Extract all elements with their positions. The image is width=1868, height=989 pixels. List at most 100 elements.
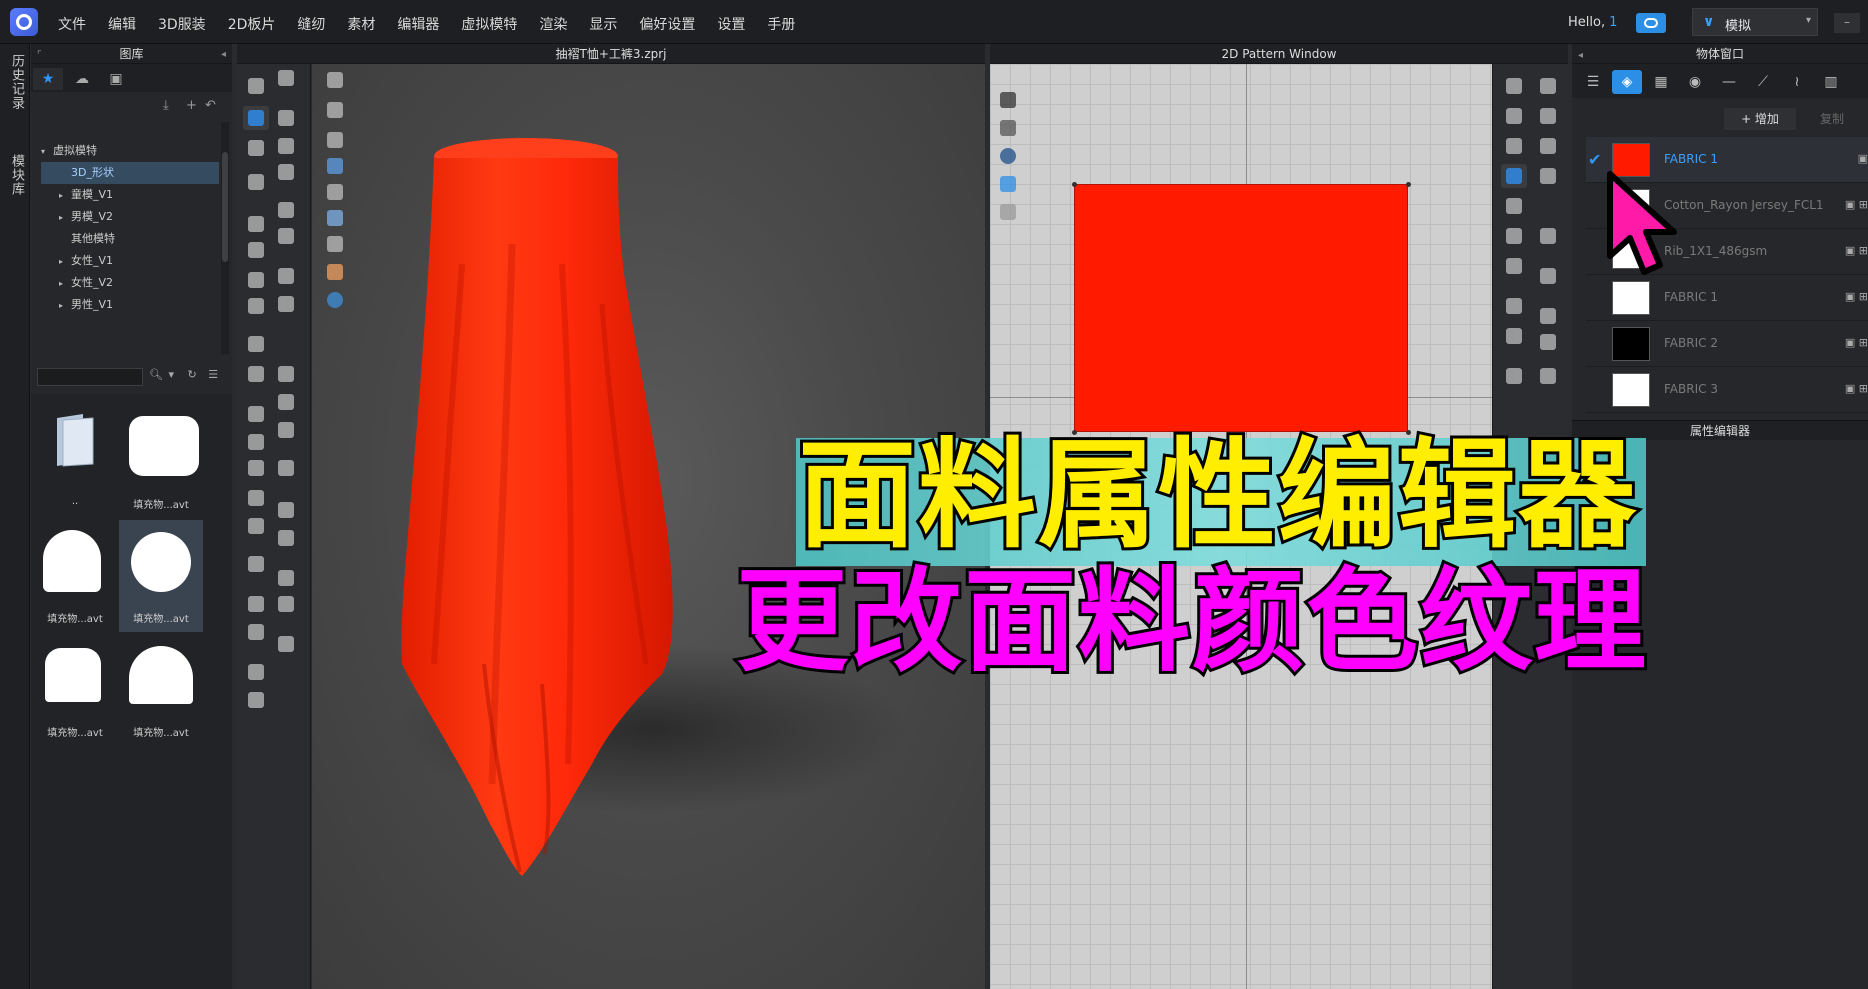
- tree-item-kid-v1[interactable]: ▸ 童模_V1: [59, 184, 113, 206]
- arrange-tool-icon[interactable]: [243, 294, 269, 318]
- pattern-tool-icon[interactable]: [273, 292, 299, 316]
- width-tool-icon[interactable]: [273, 632, 299, 656]
- fabric-row-icons[interactable]: ▣ ⊞: [1845, 336, 1868, 349]
- polygon-tool-icon[interactable]: [1501, 194, 1527, 218]
- iron-tool-icon[interactable]: [1535, 224, 1561, 248]
- menu-display[interactable]: 显示: [589, 14, 617, 34]
- transform-icon[interactable]: [1501, 134, 1527, 158]
- texture-display-icon[interactable]: [995, 172, 1021, 196]
- menu-editor[interactable]: 编辑器: [397, 14, 439, 34]
- fabric-swatch[interactable]: [1612, 373, 1650, 407]
- dart-tool-icon[interactable]: [1501, 324, 1527, 348]
- topstitch-tool-icon[interactable]: [273, 592, 299, 616]
- edit-point-icon[interactable]: [1501, 104, 1527, 128]
- pants-tool-icon[interactable]: [243, 486, 269, 510]
- tree-item-male-v1[interactable]: ▸ 男性_V1: [59, 294, 113, 316]
- tree-item-3d-shape[interactable]: 3D_形状: [71, 162, 114, 184]
- store-tab-bag-icon[interactable]: ▣: [101, 68, 131, 90]
- fold-sew-icon[interactable]: [273, 264, 299, 288]
- list-view-icon[interactable]: ☰: [1578, 70, 1608, 94]
- buttonhole-tool-icon[interactable]: [273, 390, 299, 414]
- buttonhole-tab-icon[interactable]: ⟋: [1748, 70, 1778, 94]
- menu-sewing[interactable]: 缝纫: [297, 14, 325, 34]
- pattern-piece[interactable]: [1074, 184, 1408, 432]
- collapse-left-icon[interactable]: ◂: [221, 45, 226, 65]
- thumbnail-folder-up[interactable]: ..: [33, 406, 117, 518]
- fabric-row-icons[interactable]: ▣ ⊞: [1845, 382, 1868, 395]
- segment-sew-icon[interactable]: [273, 134, 299, 158]
- texture-tool-icon[interactable]: [273, 498, 299, 522]
- fabric-row-icons[interactable]: ▣ ⊞: [1845, 198, 1868, 211]
- search-icon[interactable]: 🔍︎: [149, 368, 163, 381]
- user-greeting[interactable]: Hello, 1: [1568, 15, 1617, 30]
- trace-tool-icon[interactable]: [243, 402, 269, 426]
- hanger-tool-icon[interactable]: [243, 552, 269, 576]
- filter-dropdown-icon[interactable]: ▾: [168, 368, 174, 381]
- refresh-icon[interactable]: ↻: [188, 368, 197, 381]
- fabric-row-icons[interactable]: ▣: [1858, 152, 1868, 165]
- shirt-2d-icon[interactable]: [1535, 264, 1561, 288]
- app-logo-icon[interactable]: [10, 8, 38, 36]
- fabric-row[interactable]: FABRIC 2 ▣ ⊞: [1586, 321, 1868, 367]
- fabric-row-icons[interactable]: ▣ ⊞: [1845, 244, 1868, 257]
- thumbnail-round-top[interactable]: 填充物...avt: [119, 634, 203, 746]
- tape-tool-icon[interactable]: [243, 362, 269, 386]
- internal-shape-icon[interactable]: [1501, 224, 1527, 248]
- menu-avatar[interactable]: 虚拟模特: [461, 14, 517, 34]
- fabric-swatch[interactable]: [1612, 281, 1650, 315]
- button-tool-icon[interactable]: [273, 362, 299, 386]
- internal-rect-icon[interactable]: [1501, 254, 1527, 278]
- menu-settings[interactable]: 设置: [717, 14, 745, 34]
- menu-3d-garment[interactable]: 3D服装: [158, 14, 206, 34]
- back-icon[interactable]: ↶: [205, 98, 216, 113]
- sew-tool-icon[interactable]: [273, 106, 299, 130]
- move-tool-icon[interactable]: [243, 74, 269, 98]
- thumbnail-circle[interactable]: 填充物...avt: [119, 520, 203, 632]
- pen-tool-icon[interactable]: [243, 620, 269, 644]
- topstitch-tab-icon[interactable]: —: [1714, 70, 1744, 94]
- fabric-tab-icon[interactable]: ◈: [1612, 70, 1642, 94]
- zipper-tool-icon[interactable]: [273, 418, 299, 442]
- collapse-right-icon[interactable]: ◂: [1578, 46, 1583, 66]
- minimize-button[interactable]: –: [1834, 13, 1860, 33]
- mode-select[interactable]: ∨ 模拟 ▾: [1692, 8, 1818, 36]
- pattern-fill-icon[interactable]: [1535, 364, 1561, 388]
- garment-tool-icon[interactable]: [243, 170, 269, 194]
- graphic-tool-icon[interactable]: [273, 526, 299, 550]
- menu-materials[interactable]: 素材: [347, 14, 375, 34]
- tree-item-female-v2[interactable]: ▸ 女性_V2: [59, 272, 113, 294]
- measure-tool-icon[interactable]: [243, 430, 269, 454]
- trace-2d-icon[interactable]: [1501, 364, 1527, 388]
- fold-2d-icon[interactable]: [1535, 304, 1561, 328]
- shirt-tool-icon[interactable]: [243, 456, 269, 480]
- menu-file[interactable]: 文件: [58, 14, 86, 34]
- walk-tool-icon[interactable]: [273, 66, 299, 90]
- stretch-tool-icon[interactable]: [243, 238, 269, 262]
- thumbnail-arch[interactable]: 填充物...avt: [33, 520, 117, 632]
- menu-manual[interactable]: 手册: [767, 14, 795, 34]
- pin-tool-icon[interactable]: [243, 136, 269, 160]
- ruler-tool-icon[interactable]: [243, 592, 269, 616]
- zipper-pull-icon[interactable]: [273, 456, 299, 480]
- free-sew-icon[interactable]: [273, 160, 299, 184]
- sew-2d-icon[interactable]: [1535, 74, 1561, 98]
- info-icon[interactable]: [995, 144, 1021, 168]
- undock-icon[interactable]: ⌜: [37, 46, 42, 66]
- menu-render[interactable]: 渲染: [539, 14, 567, 34]
- add-fabric-button[interactable]: + 增加: [1724, 108, 1796, 130]
- menu-2d-pattern[interactable]: 2D板片: [228, 14, 276, 34]
- add-icon[interactable]: +: [186, 98, 197, 113]
- library-search-input[interactable]: [37, 368, 143, 386]
- segment-sew-2d-icon[interactable]: [1535, 104, 1561, 128]
- copy-fabric-button[interactable]: 复制: [1802, 108, 1862, 130]
- pleat-tool-icon[interactable]: [1535, 330, 1561, 354]
- list-view-icon[interactable]: ☰: [208, 368, 218, 381]
- coat-tool-icon[interactable]: [243, 688, 269, 712]
- fabric-row[interactable]: FABRIC 3 ▣ ⊞: [1586, 367, 1868, 413]
- button-tab-icon[interactable]: ◉: [1680, 70, 1710, 94]
- multi-sew-icon[interactable]: [273, 224, 299, 248]
- edit-sew-2d-icon[interactable]: [1535, 164, 1561, 188]
- tree-item-avatar[interactable]: ▾ 虚拟模特: [41, 140, 97, 162]
- material-tab-icon[interactable]: ▥: [1816, 70, 1846, 94]
- free-sew-2d-icon[interactable]: [1535, 134, 1561, 158]
